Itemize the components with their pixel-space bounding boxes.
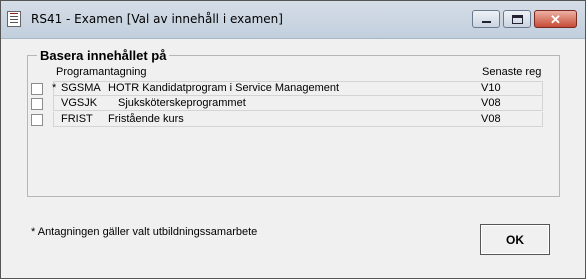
row-senaste-reg: V08	[481, 97, 501, 109]
row-senaste-reg: V08	[481, 113, 501, 125]
table-row: * SGSMA HOTR Kandidatprogram i Service M…	[31, 81, 543, 96]
minimize-icon	[482, 21, 491, 23]
row-code: FRIST	[61, 113, 93, 125]
window-controls: ✕	[472, 10, 577, 28]
maximize-icon	[512, 15, 523, 24]
maximize-button[interactable]	[503, 10, 531, 28]
row-checkbox[interactable]	[31, 98, 43, 110]
close-icon: ✕	[550, 12, 561, 27]
row-name: Fristående kurs	[108, 113, 184, 125]
row-checkbox[interactable]	[31, 83, 43, 95]
footnote-text: * Antagningen gäller valt utbildningssam…	[31, 226, 258, 238]
minimize-button[interactable]	[472, 10, 500, 28]
row-code: VGSJK	[61, 97, 98, 109]
row-checkbox[interactable]	[31, 114, 43, 126]
row-star-marker: *	[52, 82, 57, 94]
row-code: SGSMA	[61, 82, 101, 94]
table-row: VGSJK Sjuksköterskeprogrammet V08	[31, 96, 543, 111]
close-button[interactable]: ✕	[534, 10, 577, 28]
window-title: RS41 - Examen [Val av innehåll i examen]	[31, 12, 283, 26]
ok-button[interactable]: OK	[480, 224, 550, 255]
dialog-window: RS41 - Examen [Val av innehåll i examen]…	[0, 0, 586, 279]
row-name: HOTR Kandidatprogram i Service Managemen…	[108, 82, 340, 94]
app-document-icon	[7, 11, 21, 27]
group-title: Basera innehållet på	[37, 48, 170, 63]
table-row: FRIST Fristående kurs V08	[31, 112, 543, 127]
row-senaste-reg: V10	[481, 82, 501, 94]
column-header-senaste-reg: Senaste reg	[482, 66, 542, 78]
row-name: Sjuksköterskeprogrammet	[118, 97, 246, 109]
column-header-programantagning: Programantagning	[56, 66, 147, 78]
title-bar[interactable]: RS41 - Examen [Val av innehåll i examen]…	[1, 1, 585, 39]
